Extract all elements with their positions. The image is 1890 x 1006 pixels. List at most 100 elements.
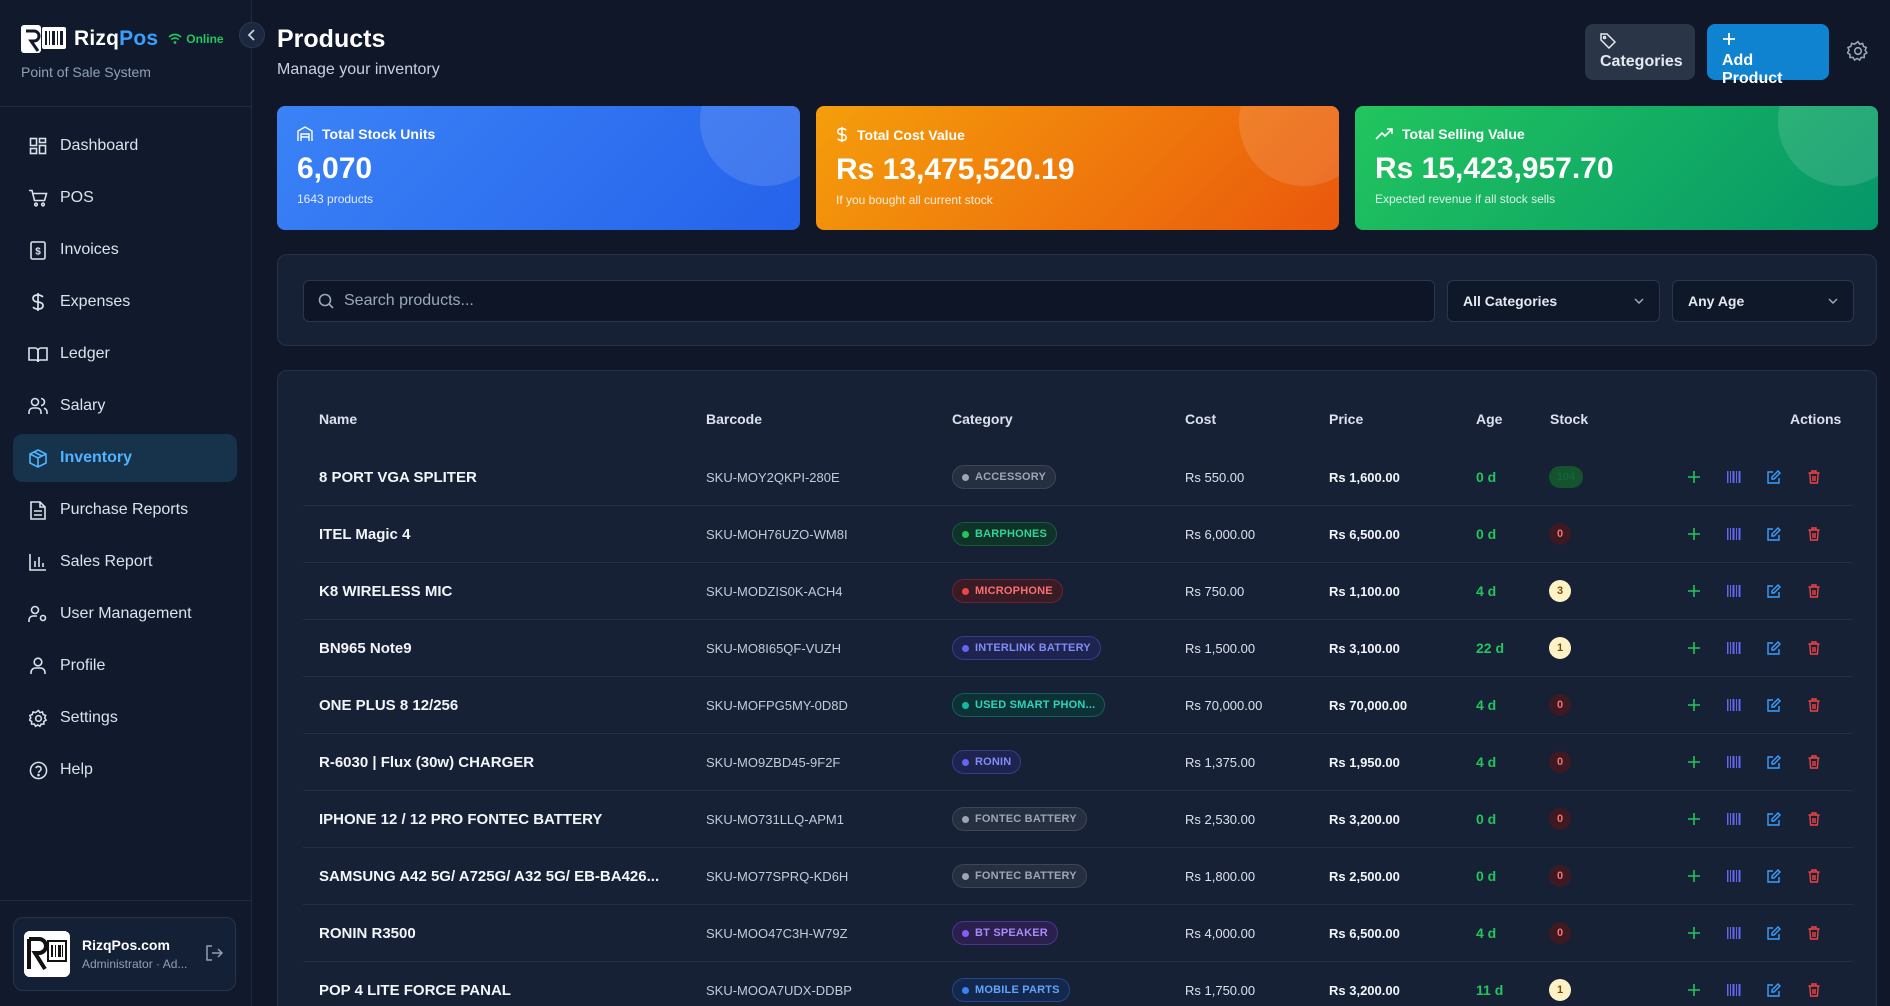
category-chip: MICROPHONE: [952, 563, 1063, 619]
sidebar-item-profile[interactable]: Profile: [13, 642, 237, 690]
search-input[interactable]: [344, 292, 1344, 310]
sidebar-item-help[interactable]: Help: [13, 746, 237, 794]
product-name: BN965 Note9: [319, 639, 412, 657]
edit-icon[interactable]: [1763, 694, 1785, 716]
edit-icon[interactable]: [1763, 637, 1785, 659]
product-price: Rs 1,100.00: [1329, 583, 1400, 599]
sidebar-item-user-management[interactable]: User Management: [13, 590, 237, 638]
row-actions: [1683, 848, 1843, 904]
edit-icon[interactable]: [1763, 466, 1785, 488]
product-age: 4 d: [1476, 754, 1497, 770]
add-stock-icon[interactable]: [1683, 751, 1705, 773]
categories-button[interactable]: Categories: [1585, 24, 1695, 80]
col-cost[interactable]: Cost: [1185, 411, 1216, 427]
add-stock-icon[interactable]: [1683, 922, 1705, 944]
sidebar-item-purchase-reports[interactable]: Purchase Reports: [13, 486, 237, 534]
barcode-icon[interactable]: [1723, 580, 1745, 602]
table-row[interactable]: R-6030 | Flux (30w) CHARGER SKU-MO9ZBD45-…: [303, 734, 1853, 791]
category-chip: ACCESSORY: [952, 449, 1057, 505]
sidebar-item-pos[interactable]: POS: [13, 174, 237, 222]
category-chip: INTERLINK BATTERY: [952, 620, 1101, 676]
add-stock-icon[interactable]: [1683, 637, 1705, 659]
add-stock-icon[interactable]: [1683, 865, 1705, 887]
add-stock-icon[interactable]: [1683, 523, 1705, 545]
col-stock[interactable]: Stock: [1550, 411, 1588, 427]
table-row[interactable]: RONIN R3500 SKU-MOO47C3H-W79Z BT SPEAKER Rs…: [303, 905, 1853, 962]
collapse-sidebar-button[interactable]: [239, 22, 265, 48]
delete-icon[interactable]: [1803, 808, 1825, 830]
user-info: RizqPos.com Administrator · Ad...: [82, 937, 205, 971]
dollar-icon: [28, 292, 48, 312]
sidebar-item-ledger[interactable]: Ledger: [13, 330, 237, 378]
product-cost: Rs 550.00: [1185, 469, 1245, 485]
barcode-icon[interactable]: [1723, 637, 1745, 659]
col-barcode[interactable]: Barcode: [706, 411, 762, 427]
user-card[interactable]: RizqPos.com Administrator · Ad...: [13, 917, 236, 991]
barcode-icon[interactable]: [1723, 751, 1745, 773]
add-stock-icon[interactable]: [1683, 808, 1705, 830]
logout-icon[interactable]: [205, 944, 225, 964]
edit-icon[interactable]: [1763, 979, 1785, 1001]
barcode-icon[interactable]: [1723, 466, 1745, 488]
product-cost: Rs 750.00: [1185, 583, 1245, 599]
col-age[interactable]: Age: [1476, 411, 1502, 427]
table-row[interactable]: BN965 Note9 SKU-MO8I65QF-VUZH INTERLINK BA…: [303, 620, 1853, 677]
barcode-icon[interactable]: [1723, 865, 1745, 887]
age-select[interactable]: Any Age: [1672, 280, 1854, 322]
category-chip: FONTEC BATTERY: [952, 848, 1087, 904]
delete-icon[interactable]: [1803, 751, 1825, 773]
barcode-icon[interactable]: [1723, 694, 1745, 716]
col-price[interactable]: Price: [1329, 411, 1363, 427]
product-barcode: SKU-MO77SPRQ-KD6H: [706, 868, 849, 884]
file-icon: [28, 500, 48, 520]
edit-icon[interactable]: [1763, 580, 1785, 602]
stock-badge: 0: [1549, 905, 1571, 961]
sidebar-item-dashboard[interactable]: Dashboard: [13, 122, 237, 170]
table-row[interactable]: IPHONE 12 / 12 PRO FONTEC BATTERY SKU-MO7…: [303, 791, 1853, 848]
divider: [0, 106, 252, 107]
barcode-icon[interactable]: [1723, 808, 1745, 830]
col-category[interactable]: Category: [952, 411, 1013, 427]
barcode-icon[interactable]: [1723, 979, 1745, 1001]
table-row[interactable]: 8 PORT VGA SPLITER SKU-MOY2QKPI-280E ACCES…: [303, 449, 1853, 506]
edit-icon[interactable]: [1763, 865, 1785, 887]
sidebar-item-sales-report[interactable]: Sales Report: [13, 538, 237, 586]
table-row[interactable]: POP 4 LITE FORCE PANAL SKU-MOOA7UDX-DDBP M…: [303, 962, 1853, 1006]
edit-icon[interactable]: [1763, 922, 1785, 944]
add-stock-icon[interactable]: [1683, 979, 1705, 1001]
delete-icon[interactable]: [1803, 637, 1825, 659]
col-name[interactable]: Name: [319, 411, 357, 427]
table-row[interactable]: K8 WIRELESS MIC SKU-MODZIS0K-ACH4 MICROPHO…: [303, 563, 1853, 620]
row-actions: [1683, 506, 1843, 562]
barcode-icon[interactable]: [1723, 922, 1745, 944]
add-product-button[interactable]: Add Product: [1707, 24, 1829, 87]
delete-icon[interactable]: [1803, 694, 1825, 716]
delete-icon[interactable]: [1803, 865, 1825, 887]
edit-icon[interactable]: [1763, 808, 1785, 830]
product-barcode: SKU-MO731LLQ-APM1: [706, 811, 844, 827]
delete-icon[interactable]: [1803, 580, 1825, 602]
add-stock-icon[interactable]: [1683, 466, 1705, 488]
gear-icon[interactable]: [1846, 40, 1871, 64]
sidebar-item-invoices[interactable]: $ Invoices: [13, 226, 237, 274]
delete-icon[interactable]: [1803, 523, 1825, 545]
table-row[interactable]: ITEL Magic 4 SKU-MOH76UZO-WM8I BARPHONES Rs…: [303, 506, 1853, 563]
add-stock-icon[interactable]: [1683, 580, 1705, 602]
edit-icon[interactable]: [1763, 751, 1785, 773]
product-cost: Rs 1,800.00: [1185, 868, 1256, 884]
barcode-icon[interactable]: [1723, 523, 1745, 545]
sidebar-item-settings[interactable]: Settings: [13, 694, 237, 742]
sidebar-item-expenses[interactable]: Expenses: [13, 278, 237, 326]
sidebar-item-salary[interactable]: Salary: [13, 382, 237, 430]
edit-icon[interactable]: [1763, 523, 1785, 545]
table-row[interactable]: SAMSUNG A42 5G/ A725G/ A32 5G/ EB-BA426.…: [303, 848, 1853, 905]
delete-icon[interactable]: [1803, 922, 1825, 944]
sidebar-item-inventory[interactable]: Inventory: [13, 434, 237, 482]
category-select[interactable]: All Categories: [1447, 280, 1660, 322]
table-row[interactable]: ONE PLUS 8 12/256 SKU-MOFPG5MY-0D8D USED S…: [303, 677, 1853, 734]
add-stock-icon[interactable]: [1683, 694, 1705, 716]
invoice-icon: $: [28, 240, 48, 260]
delete-icon[interactable]: [1803, 979, 1825, 1001]
delete-icon[interactable]: [1803, 466, 1825, 488]
app-name: RizqPos: [74, 27, 159, 50]
